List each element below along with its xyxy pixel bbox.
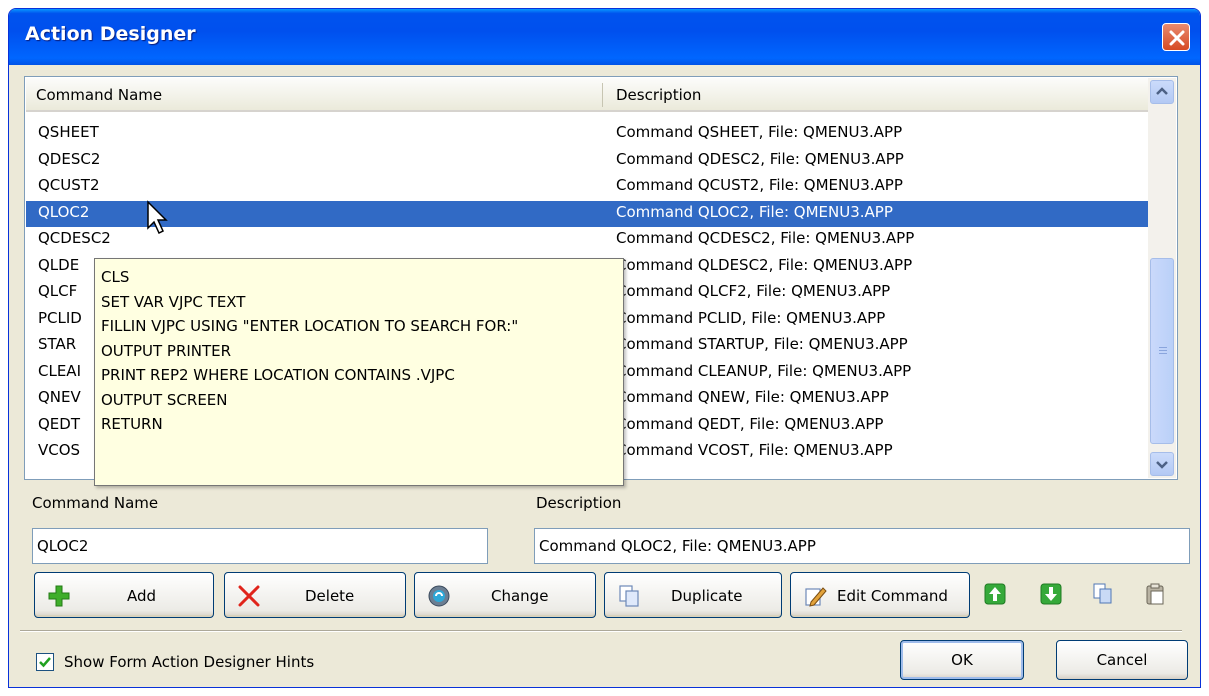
change-button-label: Change (491, 587, 549, 605)
delete-button[interactable]: Delete (224, 572, 406, 618)
list-item-selected[interactable]: QLOC2 Command QLOC2, File: QMENU3.APP (26, 200, 1150, 227)
move-down-icon[interactable] (1040, 583, 1062, 605)
add-button-label: Add (127, 587, 157, 605)
title-bar[interactable]: Action Designer (9, 9, 1200, 65)
description-cell: Command QDESC2, File: QMENU3.APP (616, 149, 904, 168)
description-cell: Command QLDESC2, File: QMENU3.APP (616, 255, 913, 274)
close-icon (1169, 30, 1185, 46)
delete-button-label: Delete (305, 587, 355, 605)
column-divider[interactable] (602, 83, 603, 107)
command-name-cell: CLEAI (38, 361, 81, 380)
list-item[interactable]: QSHEET Command QSHEET, File: QMENU3.APP (26, 121, 1150, 148)
list-item[interactable]: QCDESC2 Command QCDESC2, File: QMENU3.AP… (26, 227, 1150, 254)
duplicate-button[interactable]: Duplicate (604, 572, 782, 618)
description-input[interactable]: Command QLOC2, File: QMENU3.APP (534, 528, 1190, 564)
list-item[interactable]: QDESC2 Command QDESC2, File: QMENU3.APP (26, 148, 1150, 175)
edit-command-button[interactable]: Edit Command (790, 572, 970, 618)
window-title: Action Designer (25, 23, 196, 45)
change-button[interactable]: Change (414, 572, 596, 618)
show-hints-label[interactable]: Show Form Action Designer Hints (64, 653, 314, 671)
command-name-cell: QNEV (38, 388, 81, 406)
description-label: Description (536, 494, 622, 512)
cancel-button-label: Cancel (1096, 651, 1148, 669)
plus-icon (48, 585, 70, 607)
show-hints-checkbox[interactable] (36, 653, 54, 671)
edit-command-button-label: Edit Command (837, 587, 948, 605)
command-name-cell: STAR (38, 335, 77, 353)
command-name-cell: QEDT (38, 414, 80, 433)
close-button[interactable] (1162, 23, 1190, 51)
command-name-cell: QSHEET (38, 123, 99, 141)
command-name-cell: QLDE (38, 255, 80, 274)
vertical-scrollbar[interactable] (1148, 78, 1176, 478)
scroll-up-button[interactable] (1150, 80, 1174, 104)
duplicate-button-label: Duplicate (671, 587, 743, 605)
command-name-cell: PCLID (38, 308, 82, 327)
checkmark-icon (39, 657, 51, 668)
copy-icon[interactable] (1092, 583, 1114, 605)
description-cell: Command STARTUP, File: QMENU3.APP (616, 335, 908, 353)
move-up-icon[interactable] (984, 583, 1006, 605)
chevron-down-icon (1156, 461, 1168, 469)
tooltip-line: SET VAR VJPC TEXT (101, 292, 246, 311)
description-cell: Command CLEANUP, File: QMENU3.APP (616, 361, 912, 380)
command-name-cell: VCOS (38, 441, 81, 459)
separator-highlight (20, 631, 1182, 632)
description-cell: Command VCOST, File: QMENU3.APP (616, 441, 893, 459)
description-cell: Command PCLID, File: QMENU3.APP (616, 308, 886, 327)
tooltip-line: OUTPUT PRINTER (101, 341, 232, 360)
copy-icon (619, 585, 639, 607)
list-header: Command Name Description (26, 78, 1150, 112)
column-header-description[interactable]: Description (616, 86, 701, 104)
command-name-cell: QDESC2 (38, 149, 101, 168)
command-name-cell: QCUST2 (38, 176, 100, 194)
command-name-input[interactable]: QLOC2 (32, 528, 488, 564)
ok-button-label: OK (951, 651, 973, 669)
tooltip-line: PRINT REP2 WHERE LOCATION CONTAINS .VJPC (101, 366, 455, 384)
tooltip-line: OUTPUT SCREEN (101, 390, 228, 409)
grip-icon (1159, 347, 1167, 355)
tooltip-line: CLS (101, 268, 130, 286)
list-item[interactable]: QCUST2 Command QCUST2, File: QMENU3.APP (26, 174, 1150, 201)
description-cell: Command QCDESC2, File: QMENU3.APP (616, 229, 915, 247)
tooltip-line: RETURN (101, 415, 163, 433)
command-name-cell: QLCF (38, 282, 78, 300)
command-name-cell: QLOC2 (38, 202, 90, 221)
description-cell: Command QNEW, File: QMENU3.APP (616, 388, 889, 406)
description-cell: Command QCUST2, File: QMENU3.APP (616, 176, 903, 194)
command-name-cell: QCDESC2 (38, 229, 111, 247)
description-cell: Command QLOC2, File: QMENU3.APP (616, 202, 893, 221)
description-cell: Command QEDT, File: QMENU3.APP (616, 414, 884, 433)
scroll-down-button[interactable] (1150, 452, 1174, 476)
command-name-label: Command Name (32, 494, 159, 512)
command-tooltip: CLS SET VAR VJPC TEXT FILLIN VJPC USING … (94, 258, 624, 486)
tooltip-line: FILLIN VJPC USING "ENTER LOCATION TO SEA… (101, 317, 519, 335)
paste-icon[interactable] (1144, 583, 1166, 605)
add-button[interactable]: Add (34, 572, 214, 618)
refresh-icon (428, 585, 450, 607)
cancel-button[interactable]: Cancel (1056, 640, 1188, 680)
column-header-command-name[interactable]: Command Name (36, 86, 162, 104)
ok-button[interactable]: OK (900, 640, 1024, 680)
mouse-cursor-icon (147, 200, 168, 235)
delete-x-icon (238, 585, 260, 607)
description-cell: Command QSHEET, File: QMENU3.APP (616, 123, 903, 141)
chevron-up-icon (1156, 87, 1168, 95)
scroll-thumb[interactable] (1150, 258, 1174, 444)
description-cell: Command QLCF2, File: QMENU3.APP (616, 282, 891, 300)
edit-pencil-icon (805, 587, 827, 607)
